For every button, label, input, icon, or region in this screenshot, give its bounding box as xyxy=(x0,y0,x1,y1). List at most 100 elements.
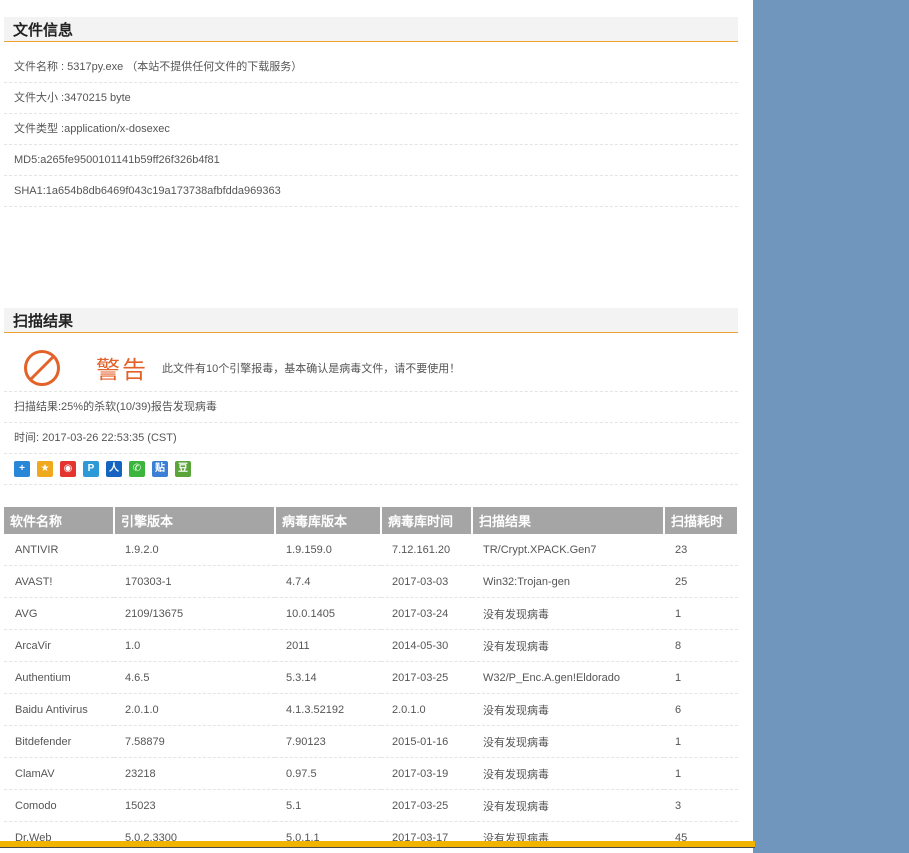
file-size-row: 文件大小 :3470215 byte xyxy=(4,83,738,114)
sha1-row: SHA1:1a654b8db6469f043c19a173738afbfdda9… xyxy=(4,176,738,207)
engine-version-cell: 23218 xyxy=(114,757,275,790)
scan-duration-cell: 1 xyxy=(664,725,738,758)
db-version-cell: 5.0.1.1 xyxy=(275,821,381,853)
scan-duration-cell: 45 xyxy=(664,821,738,853)
db-time-cell: 2015-01-16 xyxy=(381,725,472,758)
db-time-cell: 2014-05-30 xyxy=(381,629,472,662)
engine-version-cell: 1.9.2.0 xyxy=(114,534,275,566)
table-row: Baidu Antivirus 2.0.1.0 4.1.3.52192 2.0.1.0… xyxy=(4,693,738,726)
tencent-weibo-icon[interactable]: P xyxy=(83,461,99,477)
db-time-cell: 2017-03-25 xyxy=(381,789,472,822)
forbidden-icon xyxy=(24,350,60,386)
scan-result-cell: 没有发现病毒 xyxy=(472,725,664,758)
col-header-engine: 引擎版本 xyxy=(114,507,276,534)
engine-name-cell: Bitdefender xyxy=(4,725,114,758)
engine-version-cell: 2.0.1.0 xyxy=(114,693,275,726)
scan-result-cell: W32/P_Enc.A.gen!Eldorado xyxy=(472,661,664,694)
col-header-db-time: 病毒库时间 xyxy=(381,507,473,534)
scan-duration-cell: 25 xyxy=(664,565,738,598)
col-header-db-version: 病毒库版本 xyxy=(275,507,382,534)
db-version-cell: 4.1.3.52192 xyxy=(275,693,381,726)
file-name-row: 文件名称 : 5317py.exe （本站不提供任何文件的下载服务） xyxy=(4,52,738,83)
md5-row: MD5:a265fe9500101141b59ff26f326b4f81 xyxy=(4,145,738,176)
douban-icon[interactable]: 豆 xyxy=(175,461,191,477)
scan-summary: 扫描结果:25%的杀软(10/39)报告发现病毒 xyxy=(4,392,738,423)
table-row: Authentium 4.6.5 5.3.14 2017-03-25 W32/P_Enc… xyxy=(4,661,738,694)
table-header-row: 软件名称 引擎版本 病毒库版本 病毒库时间 扫描结果 扫描耗时 xyxy=(4,507,738,534)
engine-version-cell: 7.58879 xyxy=(114,725,275,758)
table-row: ANTIVIR 1.9.2.0 1.9.159.0 7.12.161.20 TR/Cry… xyxy=(4,534,738,566)
scan-result-cell: 没有发现病毒 xyxy=(472,821,664,853)
engine-version-cell: 2109/13675 xyxy=(114,597,275,630)
db-time-cell: 7.12.161.20 xyxy=(381,534,472,566)
engine-name-cell: ANTIVIR xyxy=(4,534,114,566)
col-header-duration: 扫描耗时 xyxy=(664,507,738,534)
engine-version-cell: 4.6.5 xyxy=(114,661,275,694)
db-version-cell: 5.3.14 xyxy=(275,661,381,694)
table-row: AVAST! 170303-1 4.7.4 2017-03-03 Win32:Troja… xyxy=(4,565,738,598)
scan-duration-cell: 23 xyxy=(664,534,738,566)
tieba-icon[interactable]: 贴 xyxy=(152,461,168,477)
scan-duration-cell: 1 xyxy=(664,661,738,694)
file-info-list: 文件名称 : 5317py.exe （本站不提供任何文件的下载服务） 文件大小 … xyxy=(4,52,738,207)
warning-block: 警告 此文件有10个引擎报毒，基本确认是病毒文件，请不要使用！ xyxy=(4,333,738,392)
warning-description: 此文件有10个引擎报毒，基本确认是病毒文件，请不要使用！ xyxy=(162,363,461,375)
db-time-cell: 2017-03-17 xyxy=(381,821,472,853)
db-time-cell: 2017-03-24 xyxy=(381,597,472,630)
bottom-bar xyxy=(0,841,755,848)
scan-result-cell: 没有发现病毒 xyxy=(472,789,664,822)
weibo-icon[interactable]: ◉ xyxy=(60,461,76,477)
table-row: Bitdefender 7.58879 7.90123 2015-01-16 没有发现病… xyxy=(4,725,738,758)
qzone-icon[interactable]: ★ xyxy=(37,461,53,477)
engine-name-cell: AVAST! xyxy=(4,565,114,598)
table-row: ArcaVir 1.0 2011 2014-05-30 没有发现病毒 8 xyxy=(4,629,738,662)
scan-duration-cell: 1 xyxy=(664,597,738,630)
renren-icon[interactable]: 人 xyxy=(106,461,122,477)
engine-version-cell: 1.0 xyxy=(114,629,275,662)
scan-duration-cell: 3 xyxy=(664,789,738,822)
engine-name-cell: Comodo xyxy=(4,789,114,822)
engine-name-cell: AVG xyxy=(4,597,114,630)
engine-name-cell: Dr.Web xyxy=(4,821,114,853)
db-time-cell: 2017-03-19 xyxy=(381,757,472,790)
scan-duration-cell: 8 xyxy=(664,629,738,662)
db-time-cell: 2017-03-03 xyxy=(381,565,472,598)
scan-time: 时间: 2017-03-26 22:53:35 (CST) xyxy=(4,423,738,454)
scan-result-cell: Win32:Trojan-gen xyxy=(472,565,664,598)
scan-result-cell: 没有发现病毒 xyxy=(472,757,664,790)
table-row: AVG 2109/13675 10.0.1405 2017-03-24 没有发现病毒 1 xyxy=(4,597,738,630)
share-plus-icon[interactable]: + xyxy=(14,461,30,477)
scan-result-cell: 没有发现病毒 xyxy=(472,597,664,630)
share-buttons: + ★ ◉ P 人 ✆ 贴豆 xyxy=(4,454,738,485)
table-row: ClamAV 23218 0.97.5 2017-03-19 没有发现病毒 1 xyxy=(4,757,738,790)
engine-version-cell: 15023 xyxy=(114,789,275,822)
warning-title: 警告 xyxy=(96,356,148,384)
scan-duration-cell: 1 xyxy=(664,757,738,790)
file-info-header: 文件信息 xyxy=(4,17,738,42)
db-version-cell: 4.7.4 xyxy=(275,565,381,598)
engine-name-cell: ClamAV xyxy=(4,757,114,790)
db-version-cell: 1.9.159.0 xyxy=(275,534,381,566)
db-version-cell: 5.1 xyxy=(275,789,381,822)
db-time-cell: 2017-03-25 xyxy=(381,661,472,694)
db-version-cell: 0.97.5 xyxy=(275,757,381,790)
col-header-result: 扫描结果 xyxy=(472,507,665,534)
engine-name-cell: Baidu Antivirus xyxy=(4,693,114,726)
wechat-icon[interactable]: ✆ xyxy=(129,461,145,477)
right-side-panel xyxy=(753,0,909,853)
table-row: Dr.Web 5.0.2.3300 5.0.1.1 2017-03-17 没有发现病毒 4… xyxy=(4,821,738,853)
results-table: 软件名称 引擎版本 病毒库版本 病毒库时间 扫描结果 扫描耗时 ANTIVIR 1… xyxy=(4,507,738,853)
table-row: Comodo 15023 5.1 2017-03-25 没有发现病毒 3 xyxy=(4,789,738,822)
engine-name-cell: Authentium xyxy=(4,661,114,694)
db-version-cell: 2011 xyxy=(275,629,381,662)
main-content: 文件信息 文件名称 : 5317py.exe （本站不提供任何文件的下载服务） … xyxy=(4,0,738,853)
scan-result-cell: 没有发现病毒 xyxy=(472,693,664,726)
scan-result-cell: 没有发现病毒 xyxy=(472,629,664,662)
engine-version-cell: 5.0.2.3300 xyxy=(114,821,275,853)
engine-name-cell: ArcaVir xyxy=(4,629,114,662)
col-header-name: 软件名称 xyxy=(4,507,115,534)
scan-result-cell: TR/Crypt.XPACK.Gen7 xyxy=(472,534,664,566)
db-version-cell: 10.0.1405 xyxy=(275,597,381,630)
scan-duration-cell: 6 xyxy=(664,693,738,726)
file-type-row: 文件类型 :application/x-dosexec xyxy=(4,114,738,145)
